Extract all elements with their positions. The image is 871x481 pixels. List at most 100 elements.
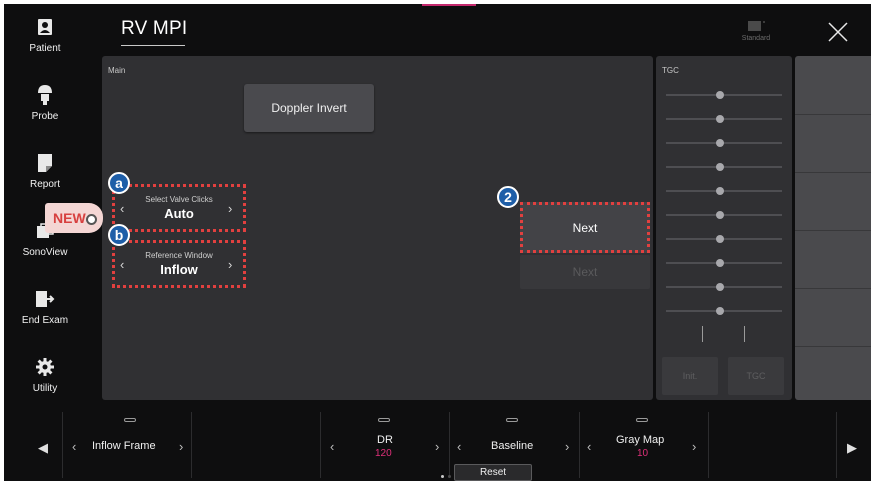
tgc-slider-track[interactable] bbox=[666, 286, 782, 288]
inflow-frame-knob-icon bbox=[124, 418, 136, 422]
sidebar-item-label: Probe bbox=[31, 111, 59, 122]
main-panel-label: Main bbox=[108, 66, 126, 75]
tgc-slider-knob[interactable] bbox=[716, 163, 724, 171]
chevron-left-icon[interactable]: ‹ bbox=[120, 257, 130, 272]
doppler-invert-button[interactable]: Doppler Invert bbox=[244, 84, 374, 132]
chevron-right-icon[interactable]: › bbox=[228, 257, 238, 272]
gray-map-label: Gray Map bbox=[616, 434, 665, 446]
page-dot bbox=[448, 475, 451, 478]
annotation-badge-2: 2 bbox=[497, 186, 519, 208]
tgc-tick-left bbox=[702, 326, 703, 342]
bottom-divider bbox=[836, 412, 837, 478]
annotation-badge-b: b bbox=[108, 224, 130, 246]
bottom-divider bbox=[708, 412, 709, 478]
right-panel-divider bbox=[795, 230, 871, 231]
baseline-prev-icon[interactable]: ‹ bbox=[457, 439, 461, 454]
tgc-slider-knob[interactable] bbox=[716, 115, 724, 123]
sidebar-item-report[interactable]: Report bbox=[14, 152, 76, 190]
select-valve-clicks-value: Auto bbox=[164, 206, 194, 221]
title-underline bbox=[121, 45, 185, 46]
inflow-frame-prev-icon[interactable]: ‹ bbox=[72, 439, 76, 454]
tgc-slider-knob[interactable] bbox=[716, 187, 724, 195]
probe-icon bbox=[35, 84, 55, 106]
chevron-right-icon[interactable]: › bbox=[228, 201, 238, 216]
reference-window-value: Inflow bbox=[160, 262, 198, 277]
baseline-knob-icon bbox=[506, 418, 518, 422]
tgc-slider-track[interactable] bbox=[666, 142, 782, 144]
inflow-frame-next-icon[interactable]: › bbox=[179, 439, 183, 454]
new-feature-tag: NEW bbox=[45, 203, 103, 233]
gear-icon bbox=[35, 356, 55, 378]
sidebar-item-probe[interactable]: Probe bbox=[14, 84, 76, 122]
dr-next-icon[interactable]: › bbox=[435, 439, 439, 454]
sidebar-item-patient[interactable]: Patient bbox=[14, 16, 76, 54]
baseline-label: Baseline bbox=[491, 440, 534, 452]
tgc-slider-knob[interactable] bbox=[716, 139, 724, 147]
close-button[interactable] bbox=[826, 20, 850, 44]
dr-label: DR bbox=[377, 434, 393, 446]
tgc-slider-knob[interactable] bbox=[716, 259, 724, 267]
gray-map-next-icon[interactable]: › bbox=[692, 439, 696, 454]
dr-value: 120 bbox=[375, 448, 392, 459]
page-indicator bbox=[441, 475, 451, 478]
tgc-slider-track[interactable] bbox=[666, 118, 782, 120]
main-panel: Main Doppler Invert ‹ Select Valve Click… bbox=[102, 56, 653, 400]
tgc-panel-label: TGC bbox=[662, 66, 679, 75]
sidebar-item-label: Patient bbox=[29, 43, 61, 54]
standard-label: Standard bbox=[741, 35, 771, 42]
tgc-slider-knob[interactable] bbox=[716, 91, 724, 99]
end-exam-icon bbox=[35, 288, 55, 310]
top-accent-bar bbox=[422, 4, 476, 6]
report-icon bbox=[35, 152, 55, 174]
sidebar-item-label: End Exam bbox=[21, 315, 69, 326]
baseline-next-icon[interactable]: › bbox=[565, 439, 569, 454]
right-panel-divider bbox=[795, 114, 871, 115]
gray-map-value: 10 bbox=[637, 448, 649, 459]
new-tag-label: NEW bbox=[53, 210, 86, 226]
sidebar-item-utility[interactable]: Utility bbox=[14, 356, 76, 394]
next-button[interactable]: Next bbox=[520, 202, 650, 253]
inflow-frame-label: Inflow Frame bbox=[92, 440, 156, 452]
right-panel-divider bbox=[795, 288, 871, 289]
sidebar-item-label: Report bbox=[29, 179, 60, 190]
sidebar-item-label: Utility bbox=[32, 383, 58, 394]
standard-mode-indicator[interactable]: Standard bbox=[729, 20, 783, 42]
tgc-slider-track[interactable] bbox=[666, 190, 782, 192]
right-panel bbox=[795, 56, 871, 400]
right-panel-divider bbox=[795, 346, 871, 347]
tgc-slider-knob[interactable] bbox=[716, 307, 724, 315]
tgc-tick-right bbox=[744, 326, 745, 342]
select-valve-clicks-selector[interactable]: ‹ Select Valve Clicks Auto › bbox=[112, 184, 246, 232]
sidebar-item-end-exam[interactable]: End Exam bbox=[14, 288, 76, 326]
next-button-disabled: Next bbox=[520, 255, 650, 289]
page-title: RV MPI bbox=[121, 18, 188, 39]
reference-window-caption: Reference Window bbox=[145, 251, 213, 260]
page-right-arrow-icon[interactable]: ▶ bbox=[847, 440, 857, 456]
select-valve-clicks-caption: Select Valve Clicks bbox=[145, 195, 213, 204]
page-left-arrow-icon[interactable]: ◀ bbox=[38, 440, 48, 456]
dr-prev-icon[interactable]: ‹ bbox=[330, 439, 334, 454]
tgc-slider-knob[interactable] bbox=[716, 211, 724, 219]
right-panel-divider bbox=[795, 172, 871, 173]
page-dot-active bbox=[441, 475, 444, 478]
tgc-slider-track[interactable] bbox=[666, 238, 782, 240]
tgc-slider-track[interactable] bbox=[666, 214, 782, 216]
tgc-slider-knob[interactable] bbox=[716, 235, 724, 243]
chevron-left-icon[interactable]: ‹ bbox=[120, 201, 130, 216]
tgc-slider-track[interactable] bbox=[666, 166, 782, 168]
tgc-slider-track[interactable] bbox=[666, 94, 782, 96]
bottom-control-bar: ◀ ‹ Inflow Frame › ‹ DR 120 › ‹ Baseline… bbox=[4, 404, 871, 481]
tgc-slider-track[interactable] bbox=[666, 262, 782, 264]
reset-button[interactable]: Reset bbox=[454, 464, 532, 481]
patient-icon bbox=[35, 16, 55, 38]
bottom-divider bbox=[320, 412, 321, 478]
tgc-slider-knob[interactable] bbox=[716, 283, 724, 291]
dr-knob-icon bbox=[378, 418, 390, 422]
tgc-button: TGC bbox=[728, 357, 784, 395]
annotation-badge-a: a bbox=[108, 172, 130, 194]
close-icon bbox=[828, 22, 848, 42]
gray-map-prev-icon[interactable]: ‹ bbox=[587, 439, 591, 454]
bottom-divider bbox=[62, 412, 63, 478]
tgc-slider-track[interactable] bbox=[666, 310, 782, 312]
reference-window-selector[interactable]: ‹ Reference Window Inflow › bbox=[112, 240, 246, 288]
